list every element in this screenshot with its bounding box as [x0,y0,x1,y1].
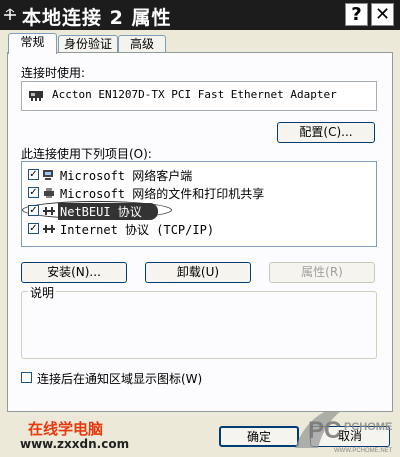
install-button[interactable]: 安装(N)... [21,262,127,283]
tab-authentication[interactable]: 身份验证 [58,35,118,53]
item-checkbox[interactable]: ✓ [28,223,39,234]
ok-button[interactable]: 确定 [219,426,299,447]
list-item-file-printer-sharing[interactable]: ✓ Microsoft 网络的文件和打印机共享 [28,185,368,201]
components-list[interactable]: ✓ Microsoft 网络客户端 ✓ Microsoft 网络的文件和打印机共… [21,161,377,247]
general-tab-panel: 连接时使用: Accton EN1207D-TX PCI Fast Ethern… [7,52,393,412]
svg-text:PC: PC [308,417,341,444]
uninstall-button[interactable]: 卸载(U) [145,262,251,283]
properties-button[interactable]: 属性(R) [269,262,375,283]
protocol-icon [43,225,55,233]
site-watermark: 在线学电脑 [28,420,104,438]
description-label: 说明 [28,284,57,301]
close-button[interactable]: ✕ [371,3,394,26]
site-url-watermark: www.zxxdn.com [20,437,130,451]
tab-general[interactable]: 常规 [8,33,57,54]
show-icon-label[interactable]: 连接后在通知区域显示图标(W) [37,370,202,387]
window-title: 本地连接 2 属性 [22,7,172,29]
title-bar[interactable]: 本地连接 2 属性 ? ✕ [0,0,400,30]
configure-button[interactable]: 配置(C)... [277,122,375,143]
protocol-icon [43,207,55,215]
svg-text:WWW.PCHOME.NET: WWW.PCHOME.NET [334,448,393,454]
list-item-ms-client[interactable]: ✓ Microsoft 网络客户端 [28,167,368,183]
items-label: 此连接使用下列项目(O): [21,147,152,161]
list-item-tcpip[interactable]: ✓ Internet 协议 (TCP/IP) [28,221,368,237]
help-button[interactable]: ? [345,3,368,26]
item-checkbox[interactable]: ✓ [28,169,39,180]
item-checkbox[interactable]: ✓ [28,187,39,198]
tab-advanced[interactable]: 高级 [118,35,166,53]
adapter-display: Accton EN1207D-TX PCI Fast Ethernet Adap… [21,81,377,111]
adapter-name: Accton EN1207D-TX PCI Fast Ethernet Adap… [52,88,337,101]
description-group: 说明 [21,284,377,359]
show-icon-checkbox[interactable] [21,372,32,383]
item-checkbox[interactable]: ✓ [28,205,39,216]
connect-using-label: 连接时使用: [21,66,86,80]
network-connection-icon [4,8,16,20]
svg-text:PCHOME: PCHOME [344,421,392,433]
list-item-netbeui[interactable]: ✓ NetBEUI 协议 [22,201,368,220]
network-adapter-icon [29,91,43,101]
printer-share-icon [44,188,54,198]
network-client-icon [43,170,53,180]
